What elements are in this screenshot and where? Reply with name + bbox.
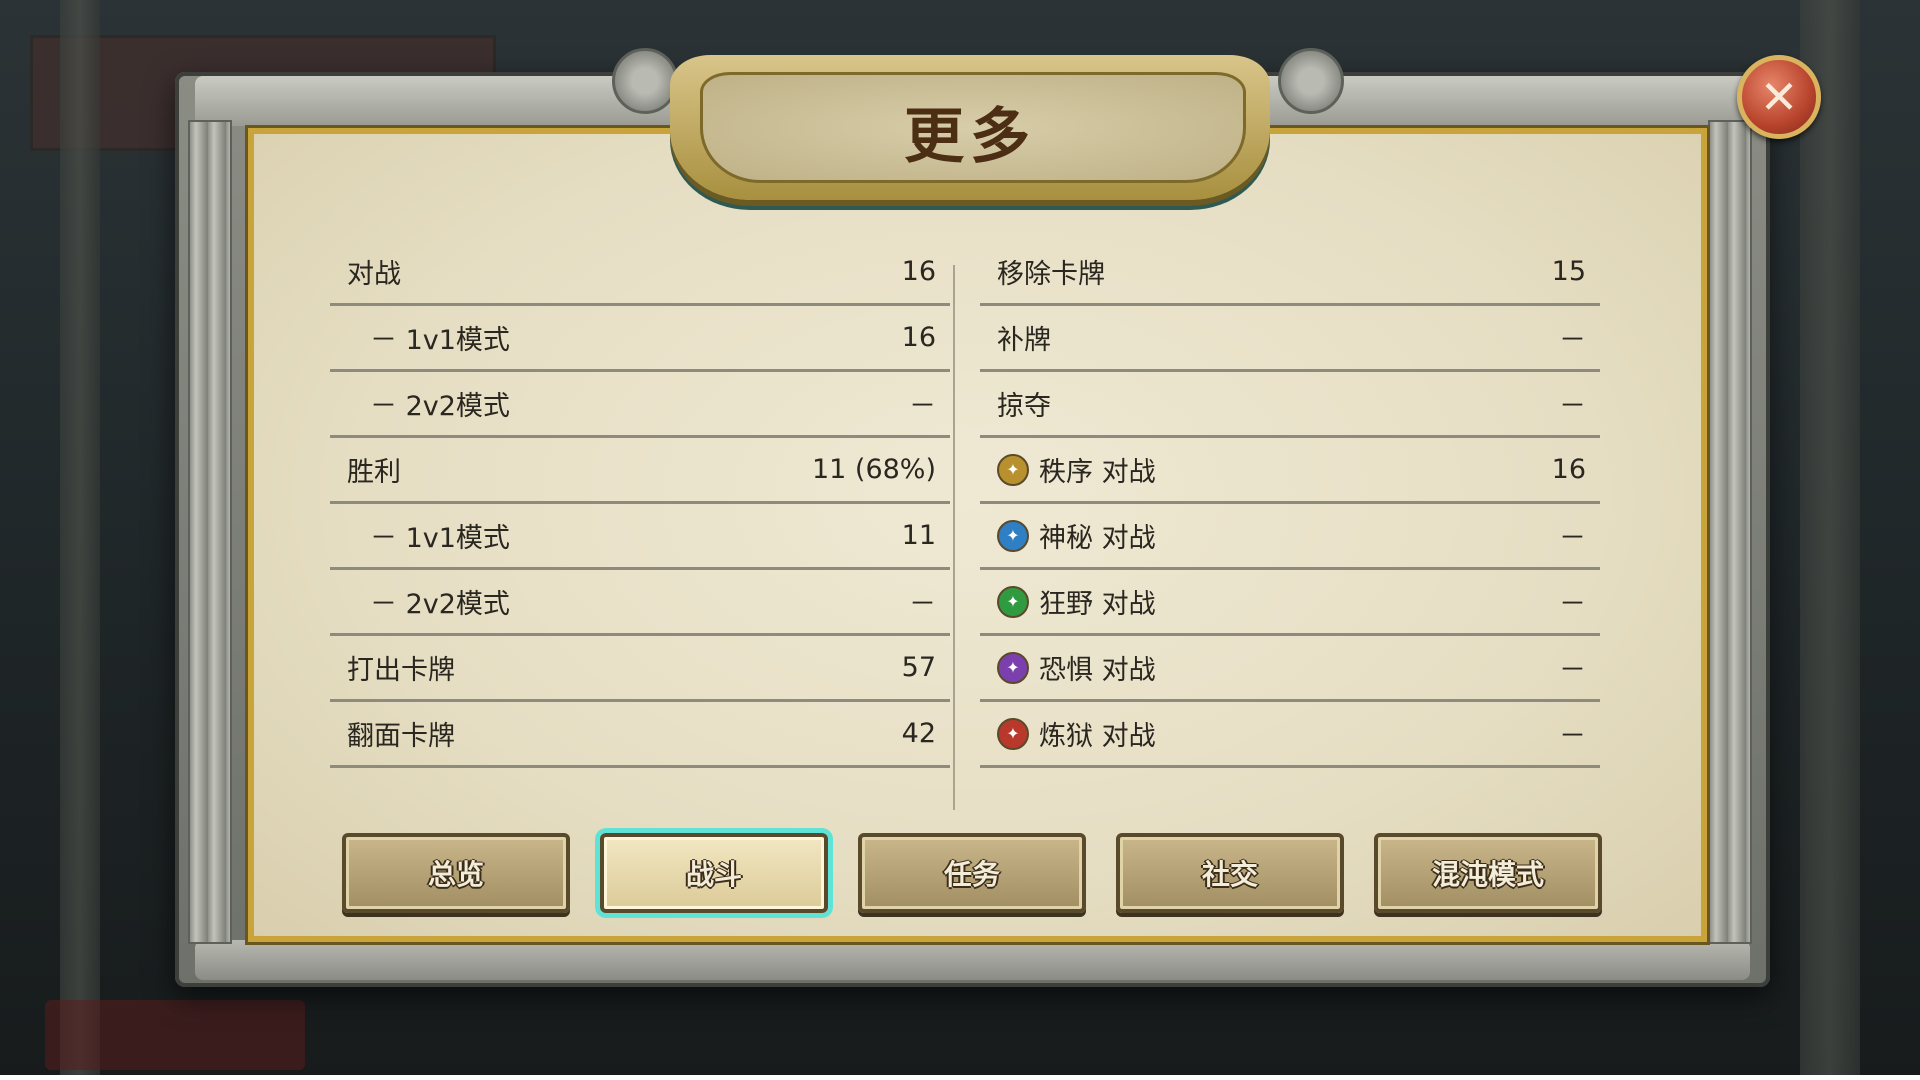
tab-overview[interactable]: 总览 — [342, 833, 570, 913]
tab-social[interactable]: 社交 — [1116, 833, 1344, 913]
stat-value: － — [1559, 523, 1586, 554]
stat-label: － 2v2模式 — [370, 391, 510, 422]
stat-row-dread-battles: ✦ 恐惧 对战 － — [980, 636, 1600, 702]
wild-faction-icon: ✦ — [997, 585, 1029, 618]
tab-chaos-mode[interactable]: 混沌模式 — [1374, 833, 1602, 913]
stat-value: 15 — [1551, 256, 1586, 287]
stat-label: 狂野 对战 — [1039, 589, 1156, 620]
background-pillar — [60, 0, 100, 1080]
stat-row-cards-removed: 移除卡牌 15 — [980, 240, 1600, 306]
stat-value: 16 — [901, 256, 936, 287]
stat-value: 11 — [901, 520, 936, 551]
stat-value: 42 — [901, 718, 936, 749]
stat-value: 57 — [901, 652, 936, 683]
stat-row-mystic-battles: ✦ 神秘 对战 － — [980, 504, 1600, 570]
stat-value: － — [1559, 325, 1586, 356]
stat-row-draw: 补牌 － — [980, 306, 1600, 372]
column-divider — [953, 265, 955, 810]
stat-label: 掠夺 — [997, 391, 1051, 422]
stat-label-group: ✦ 炼狱 对战 — [997, 714, 1156, 753]
stat-row-cards-flipped: 翻面卡牌 42 — [330, 702, 950, 768]
stat-label-group: ✦ 恐惧 对战 — [997, 648, 1156, 687]
stat-label: 胜利 — [347, 457, 401, 488]
stat-label: 移除卡牌 — [997, 259, 1105, 290]
mystic-faction-icon: ✦ — [997, 519, 1029, 552]
stat-row-battles: 对战 16 — [330, 240, 950, 306]
right-stats-list: 移除卡牌 15 补牌 － 掠夺 － ✦ 秩序 对战 16 ✦ 神秘 对战 － ✦… — [980, 240, 1600, 768]
background-pillar — [1800, 0, 1860, 1080]
stat-row-wins-2v2: － 2v2模式 － — [330, 570, 950, 636]
stat-value: － — [1559, 721, 1586, 752]
stat-label: 炼狱 对战 — [1039, 721, 1156, 752]
close-icon: ✕ — [1759, 70, 1799, 124]
stat-value: － — [1559, 655, 1586, 686]
stat-row-wins-1v1: － 1v1模式 11 — [330, 504, 950, 570]
stat-row-battles-1v1: － 1v1模式 16 — [330, 306, 950, 372]
stat-label-group: ✦ 神秘 对战 — [997, 516, 1156, 555]
stat-label: 打出卡牌 — [347, 655, 455, 686]
stat-label: 秩序 对战 — [1039, 457, 1156, 488]
stat-value: 16 — [1551, 454, 1586, 485]
tab-quests[interactable]: 任务 — [858, 833, 1086, 913]
bottom-strip — [0, 1075, 1920, 1080]
stat-value: － — [909, 391, 936, 422]
stat-row-inferno-battles: ✦ 炼狱 对战 － — [980, 702, 1600, 768]
stat-value: 16 — [901, 322, 936, 353]
stat-label-group: ✦ 秩序 对战 — [997, 450, 1156, 489]
stat-row-wild-battles: ✦ 狂野 对战 － — [980, 570, 1600, 636]
dread-faction-icon: ✦ — [997, 651, 1029, 684]
close-button[interactable]: ✕ — [1737, 55, 1821, 139]
stat-value: － — [1559, 589, 1586, 620]
tab-bar: 总览 战斗 任务 社交 混沌模式 — [342, 833, 1602, 913]
order-faction-icon: ✦ — [997, 453, 1029, 486]
stat-label: 翻面卡牌 — [347, 721, 455, 752]
left-column-pillar — [188, 120, 232, 944]
background-chat-button — [45, 1000, 305, 1070]
right-scroll-ornament — [1278, 48, 1344, 114]
stat-row-battles-2v2: － 2v2模式 － — [330, 372, 950, 438]
stat-row-plunder: 掠夺 － — [980, 372, 1600, 438]
stat-label: － 1v1模式 — [370, 523, 510, 554]
stat-label: － 1v1模式 — [370, 325, 510, 356]
stat-label: － 2v2模式 — [370, 589, 510, 620]
page-title: 更多 — [904, 102, 1036, 172]
stat-label: 补牌 — [997, 325, 1051, 356]
stat-label-group: ✦ 狂野 对战 — [997, 582, 1156, 621]
stat-row-order-battles: ✦ 秩序 对战 16 — [980, 438, 1600, 504]
stat-row-wins: 胜利 11 (68%) — [330, 438, 950, 504]
stat-row-cards-played: 打出卡牌 57 — [330, 636, 950, 702]
stat-value: － — [909, 589, 936, 620]
tab-battle[interactable]: 战斗 — [600, 833, 828, 913]
left-stats-list: 对战 16 － 1v1模式 16 － 2v2模式 － 胜利 11 (68%) －… — [330, 240, 950, 768]
stat-label: 恐惧 对战 — [1039, 655, 1156, 686]
stat-value: 11 (68%) — [811, 454, 936, 485]
inferno-faction-icon: ✦ — [997, 717, 1029, 750]
stat-label: 对战 — [347, 259, 401, 290]
stat-label: 神秘 对战 — [1039, 523, 1156, 554]
panel-frame-bottom — [195, 940, 1750, 980]
stat-value: － — [1559, 391, 1586, 422]
left-scroll-ornament — [612, 48, 678, 114]
right-column-pillar — [1708, 120, 1752, 944]
